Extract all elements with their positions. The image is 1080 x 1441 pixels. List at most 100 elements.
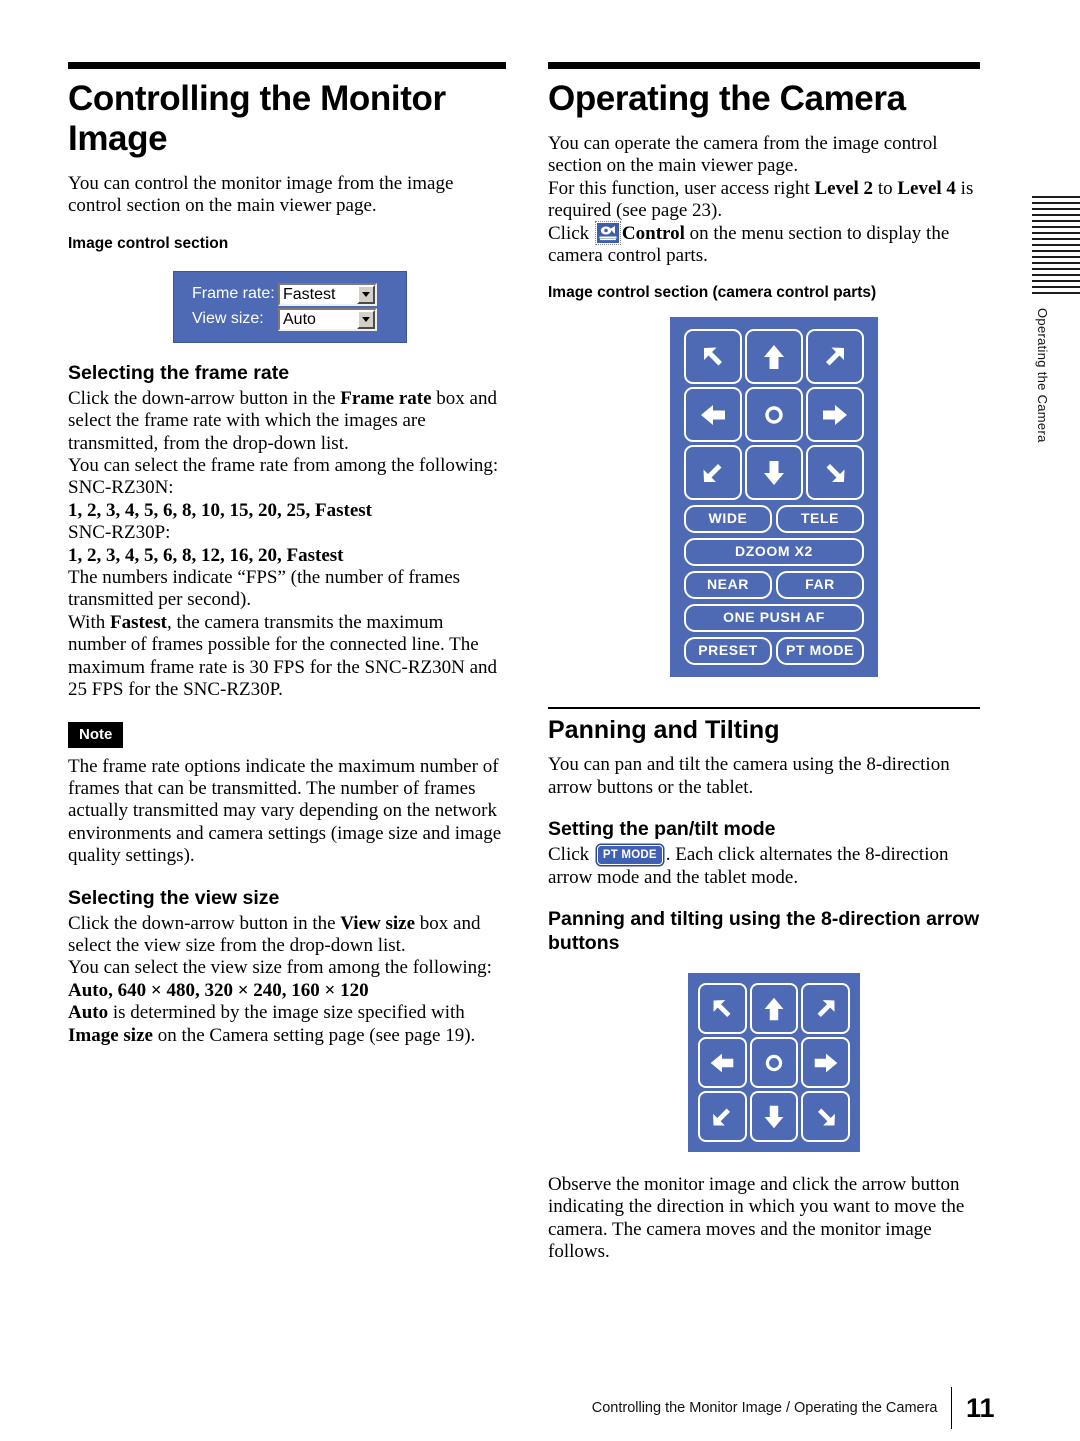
view-size-select[interactable]: Auto bbox=[278, 307, 377, 331]
view-size-paragraph-3: Auto is determined by the image size spe… bbox=[68, 1002, 506, 1047]
fr-p1-a: Click the down-arrow button in the bbox=[68, 387, 341, 409]
camera-control-pad: WIDE TELE DZOOM X2 NEAR FAR ONE PUSH AF … bbox=[670, 317, 878, 678]
frame-rate-value: Fastest bbox=[283, 285, 336, 303]
page-title-right: Operating the Camera bbox=[548, 79, 906, 118]
model-p-label: SNC-RZ30P: bbox=[68, 522, 171, 544]
panning-intro: You can pan and tilt the camera using th… bbox=[548, 754, 950, 798]
thumb-tab-line bbox=[1032, 202, 1080, 204]
zoom-button-row: WIDE TELE bbox=[684, 505, 864, 534]
frame-rate-label: Frame rate: bbox=[192, 285, 275, 303]
model-n-values: 1, 2, 3, 4, 5, 6, 8, 10, 15, 20, 25, Fas… bbox=[68, 500, 506, 522]
thumb-tab-line bbox=[1032, 256, 1080, 258]
image-control-widget: Frame rate: Fastest View size: Auto bbox=[173, 270, 407, 343]
view-size-values-text: Auto, 640 × 480, 320 × 240, 160 × 120 bbox=[68, 979, 369, 1001]
level-2-bold: Level 2 bbox=[814, 177, 874, 199]
arrow-down-right-icon[interactable] bbox=[806, 445, 864, 501]
frame-rate-row: Frame rate: Fastest bbox=[174, 282, 406, 307]
view-size-row: View size: Auto bbox=[174, 307, 406, 332]
arrow-down-right-icon[interactable] bbox=[801, 1091, 850, 1143]
vs-p1-a: Click the down-arrow button in the bbox=[68, 912, 341, 934]
heading-selecting-frame-rate: Selecting the frame rate bbox=[68, 361, 290, 384]
thumb-tab-line bbox=[1032, 232, 1080, 234]
level-4-bold: Level 4 bbox=[897, 177, 956, 199]
frame-rate-select[interactable]: Fastest bbox=[278, 282, 377, 306]
thumb-tab-line bbox=[1032, 226, 1080, 228]
arrow-down-left-icon[interactable] bbox=[684, 445, 742, 501]
note-badge: Note bbox=[68, 721, 124, 748]
arrow-right-icon[interactable] bbox=[806, 387, 864, 443]
left-column: Controlling the Monitor Image You can co… bbox=[68, 62, 506, 1047]
arrow-right-icon[interactable] bbox=[801, 1037, 850, 1089]
model-n-values-text: 1, 2, 3, 4, 5, 6, 8, 10, 15, 20, 25, Fas… bbox=[68, 499, 372, 521]
right-intro-paragraph-2: For this function, user access right Lev… bbox=[548, 178, 980, 223]
click-prefix: Click bbox=[548, 222, 594, 244]
vs-p1-bold: View size bbox=[340, 912, 416, 934]
thumb-tab-line bbox=[1032, 274, 1080, 276]
thumb-tab-line bbox=[1032, 280, 1080, 282]
one-push-af-button[interactable]: ONE PUSH AF bbox=[684, 604, 864, 633]
arrow-up-icon[interactable] bbox=[749, 983, 799, 1035]
fr-p4-a: With bbox=[68, 611, 110, 633]
click-control-paragraph: Click Control on the menu section to dis… bbox=[548, 220, 980, 268]
pan-tilt-mode-paragraph: Click PT MODE. Each click alternates the… bbox=[548, 844, 980, 889]
control-camera-icon bbox=[594, 220, 621, 245]
arrow-left-icon[interactable] bbox=[684, 387, 742, 443]
arrow-up-left-icon[interactable] bbox=[684, 329, 742, 385]
mode-click-prefix: Click bbox=[548, 844, 594, 866]
section-rule-panning bbox=[548, 707, 980, 710]
fr-p1-bold: Frame rate bbox=[340, 387, 432, 409]
thumb-tab-line bbox=[1032, 238, 1080, 240]
tele-button[interactable]: TELE bbox=[776, 505, 864, 534]
model-n-label: SNC-RZ30N: bbox=[68, 477, 174, 499]
direction-pad-grid-small bbox=[698, 983, 850, 1143]
frame-rate-paragraph-4: With Fastest, the camera transmits the m… bbox=[68, 612, 506, 702]
observe-paragraph: Observe the monitor image and click the … bbox=[548, 1174, 965, 1263]
arrow-down-left-icon[interactable] bbox=[698, 1091, 747, 1143]
far-button[interactable]: FAR bbox=[776, 571, 864, 600]
near-button[interactable]: NEAR bbox=[684, 571, 772, 600]
frame-rate-paragraph-2: You can select the frame rate from among… bbox=[68, 455, 499, 477]
thumb-tab-line bbox=[1032, 244, 1080, 246]
vs-p3-b: is determined by the image size specifie… bbox=[108, 1002, 465, 1024]
view-size-paragraph-2: You can select the view size from among … bbox=[68, 957, 492, 979]
home-center-icon[interactable] bbox=[745, 387, 803, 443]
view-size-values: Auto, 640 × 480, 320 × 240, 160 × 120 bbox=[68, 980, 506, 1002]
arrow-up-left-icon[interactable] bbox=[698, 983, 747, 1035]
model-p-values: 1, 2, 3, 4, 5, 6, 8, 12, 16, 20, Fastest bbox=[68, 545, 506, 567]
thumb-tab-lines bbox=[1032, 196, 1080, 294]
control-bold-label: Control bbox=[621, 222, 685, 244]
direction-pad-small bbox=[688, 973, 860, 1153]
chevron-down-icon[interactable] bbox=[357, 284, 375, 304]
arrow-down-icon[interactable] bbox=[745, 445, 803, 501]
preset-button[interactable]: PRESET bbox=[684, 637, 772, 666]
page-title-left: Controlling the Monitor Image bbox=[68, 79, 446, 158]
dzoom-button-row: DZOOM X2 bbox=[684, 538, 864, 567]
document-page: Controlling the Monitor Image You can co… bbox=[0, 0, 1080, 1441]
model-p-values-text: 1, 2, 3, 4, 5, 6, 8, 12, 16, 20, Fastest bbox=[68, 544, 344, 566]
left-intro-paragraph: You can control the monitor image from t… bbox=[68, 173, 454, 217]
heading-setting-pan-tilt-mode: Setting the pan/tilt mode bbox=[548, 818, 776, 841]
note-text: The frame rate options indicate the maxi… bbox=[68, 755, 502, 867]
page-footer: Controlling the Monitor Image / Operatin… bbox=[0, 1387, 1012, 1429]
chapter-rule-left bbox=[68, 62, 506, 69]
wide-button[interactable]: WIDE bbox=[684, 505, 772, 534]
heading-selecting-view-size: Selecting the view size bbox=[68, 886, 280, 909]
arrow-down-icon[interactable] bbox=[749, 1091, 799, 1143]
pt-mode-button[interactable]: PT MODE bbox=[776, 637, 864, 666]
camera-control-parts-heading: Image control section (camera control pa… bbox=[548, 284, 877, 302]
dzoom-x2-button[interactable]: DZOOM X2 bbox=[684, 538, 864, 567]
arrow-up-icon[interactable] bbox=[745, 329, 803, 385]
direction-pad-grid bbox=[684, 329, 864, 501]
home-center-icon[interactable] bbox=[749, 1037, 799, 1089]
arrow-up-right-icon[interactable] bbox=[801, 983, 850, 1035]
thumb-tab-line bbox=[1032, 196, 1080, 198]
preset-button-row: PRESET PT MODE bbox=[684, 637, 864, 666]
vs-p3-d: on the Camera setting page (see page 19)… bbox=[152, 1024, 476, 1046]
arrow-up-right-icon[interactable] bbox=[806, 329, 864, 385]
footer-breadcrumb: Controlling the Monitor Image / Operatin… bbox=[591, 1400, 938, 1416]
arrow-left-icon[interactable] bbox=[698, 1037, 747, 1089]
view-size-label: View size: bbox=[192, 310, 264, 328]
chevron-down-icon[interactable] bbox=[357, 309, 375, 329]
ri2-c: to bbox=[873, 177, 898, 199]
pt-mode-inline-button[interactable]: PT MODE bbox=[596, 845, 663, 866]
